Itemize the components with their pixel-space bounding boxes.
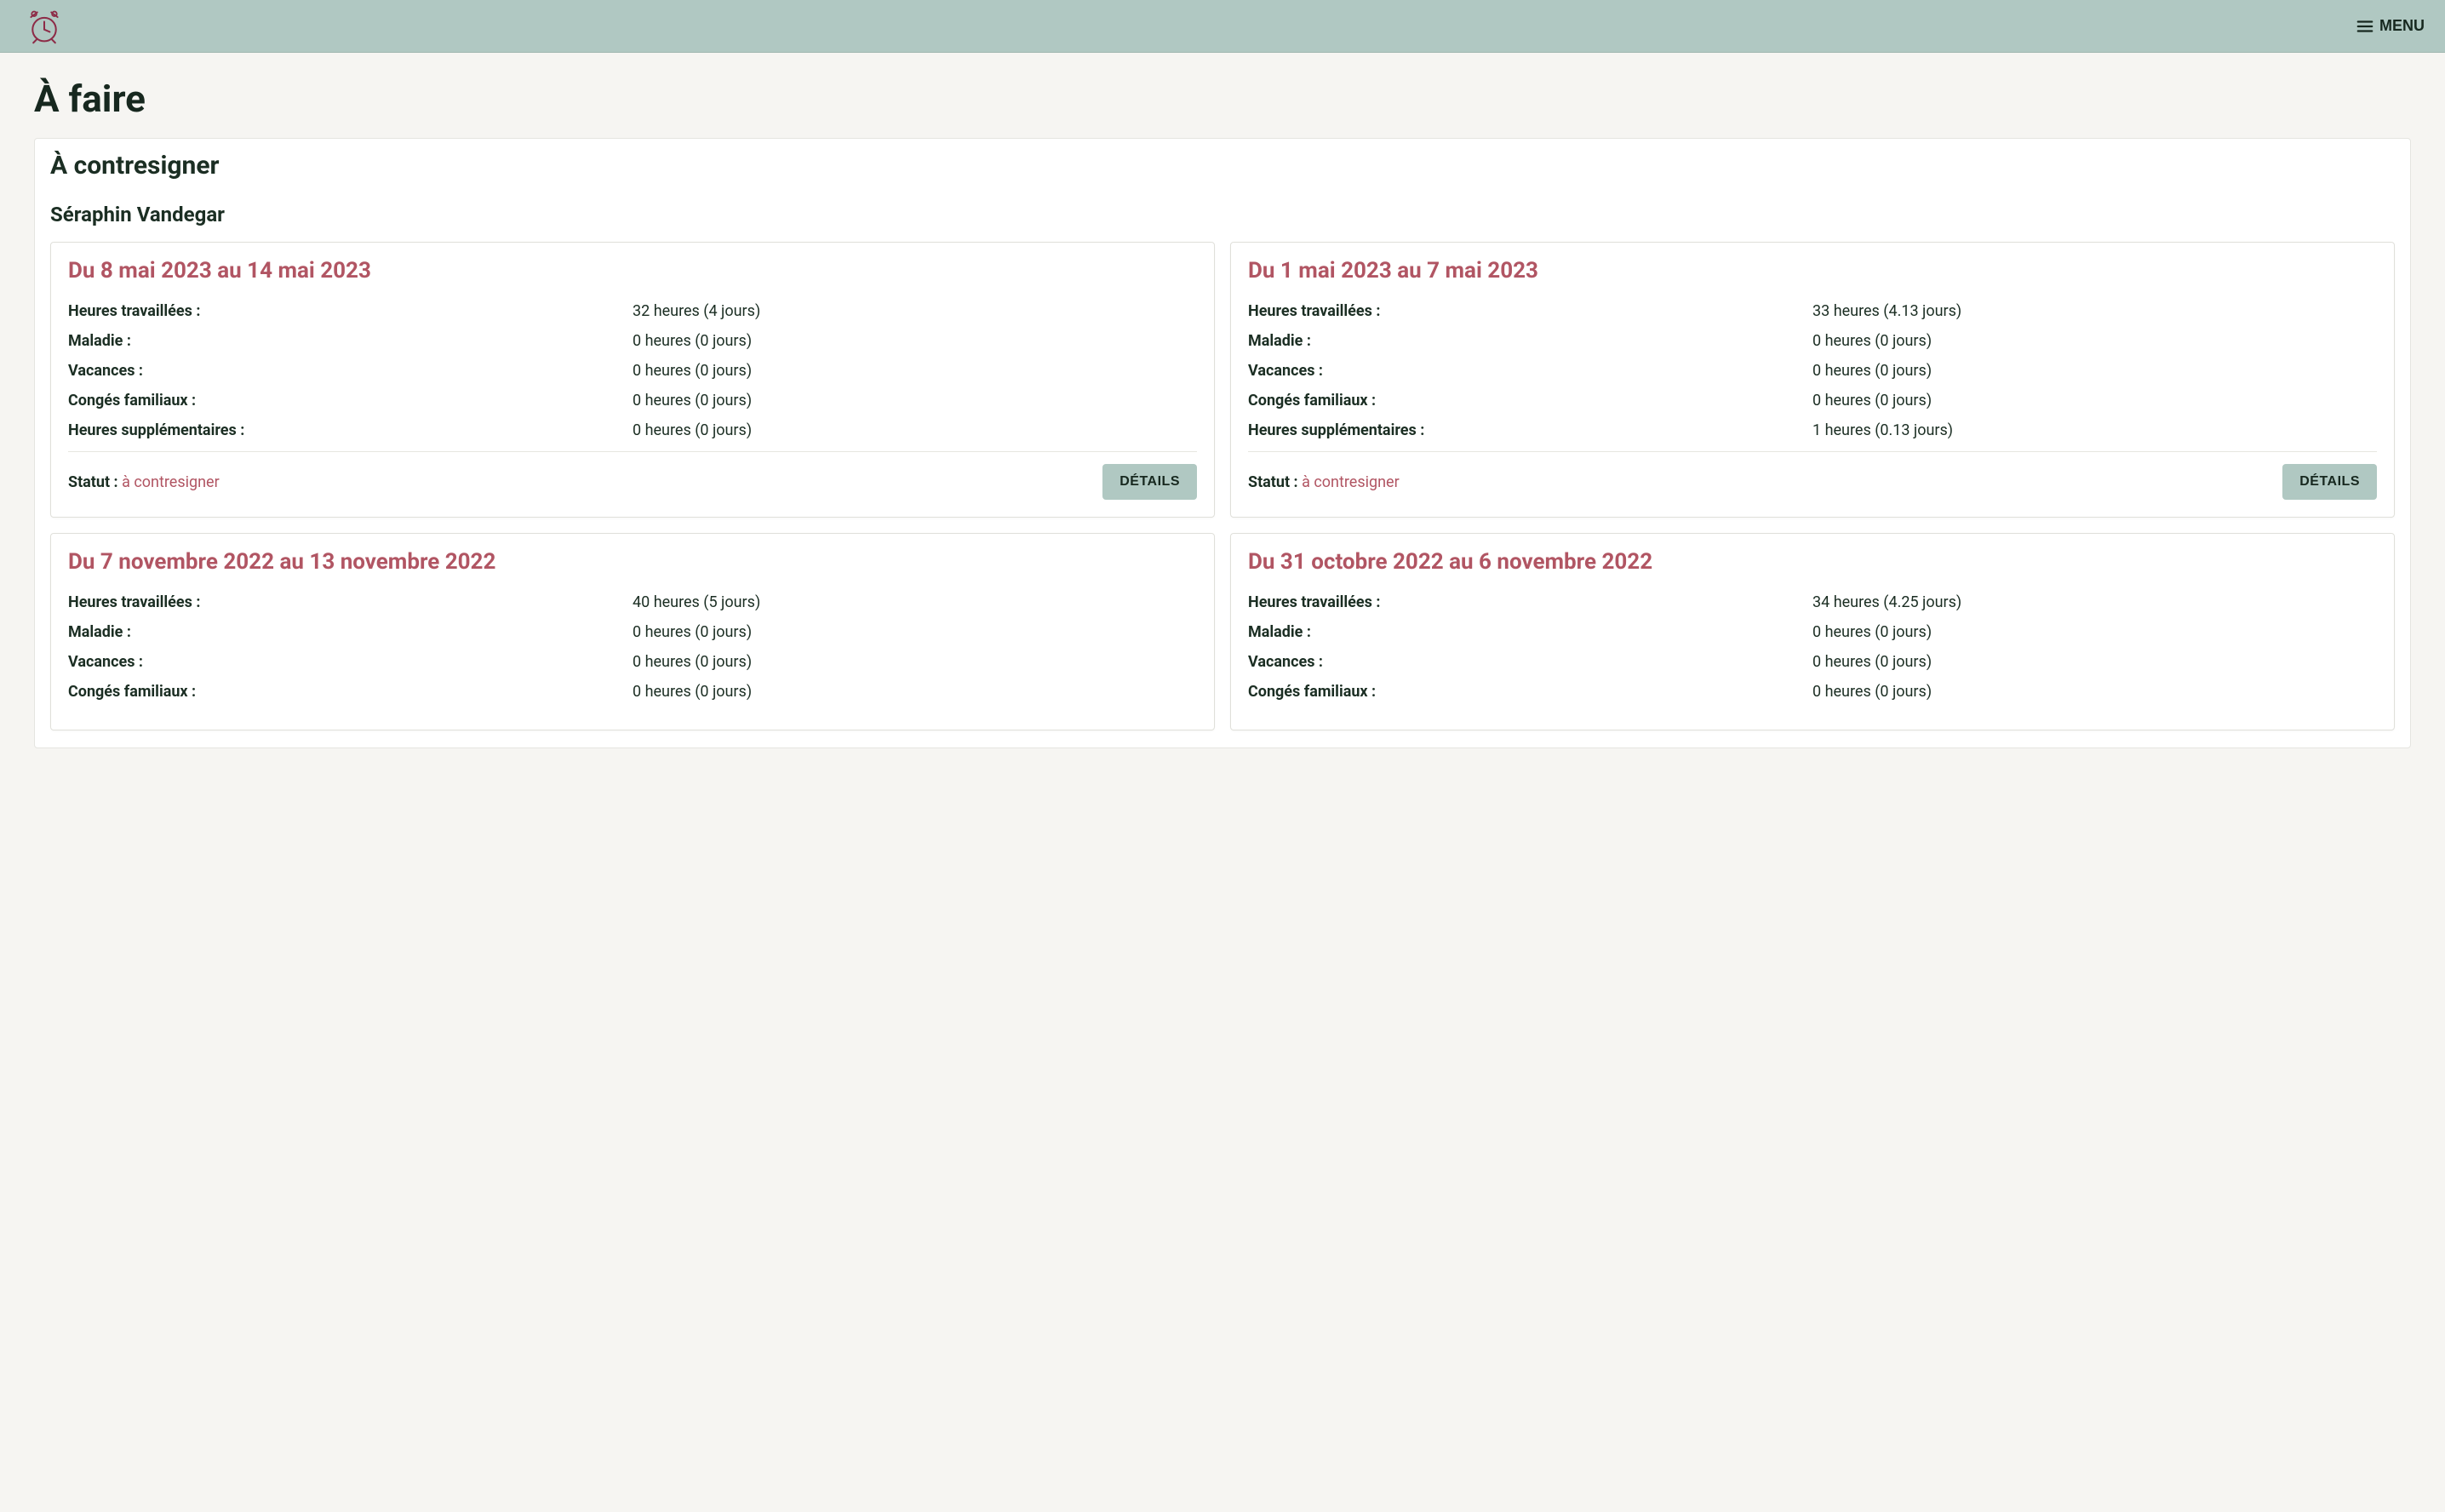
- section-title: À contresigner: [50, 151, 2395, 180]
- kv-label: Heures travaillées :: [1248, 302, 1812, 320]
- status-label: Statut :: [68, 473, 122, 491]
- kv-row-worked: Heures travaillées :32 heures (4 jours): [68, 302, 1197, 320]
- kv-row-worked: Heures travaillées :34 heures (4.25 jour…: [1248, 593, 2377, 611]
- status-value: à contresigner: [1302, 473, 1400, 491]
- kv-value: 0 heures (0 jours): [633, 683, 1197, 701]
- kv-value: 0 heures (0 jours): [633, 623, 1197, 641]
- details-button[interactable]: DÉTAILS: [2282, 464, 2377, 500]
- page-title: À faire: [34, 77, 2411, 121]
- kv-row-overtime: Heures supplémentaires :1 heures (0.13 j…: [1248, 421, 2377, 439]
- kv-label: Heures supplémentaires :: [1248, 421, 1812, 439]
- kv-label: Vacances :: [68, 653, 633, 671]
- card-title: Du 7 novembre 2022 au 13 novembre 2022: [68, 549, 1197, 575]
- hamburger-icon: [2356, 17, 2374, 36]
- menu-button[interactable]: MENU: [2356, 17, 2425, 36]
- kv-row-sick: Maladie :0 heures (0 jours): [68, 623, 1197, 641]
- kv-label: Congés familiaux :: [1248, 392, 1812, 410]
- kv-row-family: Congés familiaux :0 heures (0 jours): [68, 683, 1197, 701]
- divider: [68, 451, 1197, 452]
- status-label: Statut :: [1248, 473, 1302, 491]
- timesheet-card: Du 7 novembre 2022 au 13 novembre 2022 He…: [50, 533, 1215, 730]
- kv-value: 0 heures (0 jours): [1812, 392, 2377, 410]
- kv-row-sick: Maladie :0 heures (0 jours): [1248, 332, 2377, 350]
- kv-value: 32 heures (4 jours): [633, 302, 1197, 320]
- kv-label: Vacances :: [1248, 362, 1812, 380]
- kv-value: 34 heures (4.25 jours): [1812, 593, 2377, 611]
- kv-value: 0 heures (0 jours): [633, 362, 1197, 380]
- menu-label: MENU: [2379, 17, 2425, 35]
- kv-label: Congés familiaux :: [68, 392, 633, 410]
- kv-value: 0 heures (0 jours): [1812, 623, 2377, 641]
- details-button[interactable]: DÉTAILS: [1102, 464, 1197, 500]
- kv-row-vacation: Vacances :0 heures (0 jours): [1248, 362, 2377, 380]
- kv-label: Heures supplémentaires :: [68, 421, 633, 439]
- kv-value: 0 heures (0 jours): [633, 392, 1197, 410]
- topbar: MENU: [0, 0, 2445, 53]
- kv-label: Congés familiaux :: [1248, 683, 1812, 701]
- kv-label: Heures travaillées :: [1248, 593, 1812, 611]
- kv-value: 0 heures (0 jours): [633, 332, 1197, 350]
- kv-row-vacation: Vacances :0 heures (0 jours): [68, 362, 1197, 380]
- kv-row-family: Congés familiaux :0 heures (0 jours): [1248, 683, 2377, 701]
- kv-value: 0 heures (0 jours): [1812, 362, 2377, 380]
- kv-label: Maladie :: [68, 332, 633, 350]
- kv-label: Congés familiaux :: [68, 683, 633, 701]
- status-row: Statut : à contresigner DÉTAILS: [68, 464, 1197, 500]
- kv-label: Maladie :: [1248, 623, 1812, 641]
- timesheet-card: Du 1 mai 2023 au 7 mai 2023 Heures travai…: [1230, 242, 2395, 518]
- card-title: Du 1 mai 2023 au 7 mai 2023: [1248, 258, 2377, 284]
- panel-to-countersign: À contresigner Séraphin Vandegar Du 8 ma…: [34, 138, 2411, 748]
- kv-row-vacation: Vacances :0 heures (0 jours): [68, 653, 1197, 671]
- cards-grid: Du 8 mai 2023 au 14 mai 2023 Heures trava…: [50, 242, 2395, 730]
- main-container: À faire À contresigner Séraphin Vandegar…: [0, 53, 2445, 772]
- kv-row-worked: Heures travaillées :40 heures (5 jours): [68, 593, 1197, 611]
- kv-value: 40 heures (5 jours): [633, 593, 1197, 611]
- kv-row-sick: Maladie :0 heures (0 jours): [1248, 623, 2377, 641]
- kv-label: Heures travaillées :: [68, 302, 633, 320]
- status-text: Statut : à contresigner: [1248, 473, 1400, 491]
- kv-label: Vacances :: [68, 362, 633, 380]
- timesheet-card: Du 31 octobre 2022 au 6 novembre 2022 Heu…: [1230, 533, 2395, 730]
- kv-value: 1 heures (0.13 jours): [1812, 421, 2377, 439]
- kv-label: Vacances :: [1248, 653, 1812, 671]
- app-logo[interactable]: [26, 8, 63, 45]
- kv-value: 0 heures (0 jours): [1812, 332, 2377, 350]
- kv-label: Heures travaillées :: [68, 593, 633, 611]
- status-text: Statut : à contresigner: [68, 473, 220, 491]
- timesheet-card: Du 8 mai 2023 au 14 mai 2023 Heures trava…: [50, 242, 1215, 518]
- kv-row-family: Congés familiaux :0 heures (0 jours): [68, 392, 1197, 410]
- kv-row-vacation: Vacances :0 heures (0 jours): [1248, 653, 2377, 671]
- kv-row-worked: Heures travaillées :33 heures (4.13 jour…: [1248, 302, 2377, 320]
- kv-value: 0 heures (0 jours): [1812, 683, 2377, 701]
- kv-label: Maladie :: [68, 623, 633, 641]
- person-name: Séraphin Vandegar: [50, 203, 2395, 226]
- alarm-clock-icon: [26, 8, 63, 45]
- divider: [1248, 451, 2377, 452]
- kv-row-sick: Maladie :0 heures (0 jours): [68, 332, 1197, 350]
- status-row: Statut : à contresigner DÉTAILS: [1248, 464, 2377, 500]
- kv-row-family: Congés familiaux :0 heures (0 jours): [1248, 392, 2377, 410]
- kv-value: 0 heures (0 jours): [633, 421, 1197, 439]
- status-value: à contresigner: [122, 473, 220, 491]
- card-title: Du 8 mai 2023 au 14 mai 2023: [68, 258, 1197, 284]
- kv-row-overtime: Heures supplémentaires :0 heures (0 jour…: [68, 421, 1197, 439]
- card-title: Du 31 octobre 2022 au 6 novembre 2022: [1248, 549, 2377, 575]
- kv-label: Maladie :: [1248, 332, 1812, 350]
- kv-value: 0 heures (0 jours): [1812, 653, 2377, 671]
- kv-value: 0 heures (0 jours): [633, 653, 1197, 671]
- kv-value: 33 heures (4.13 jours): [1812, 302, 2377, 320]
